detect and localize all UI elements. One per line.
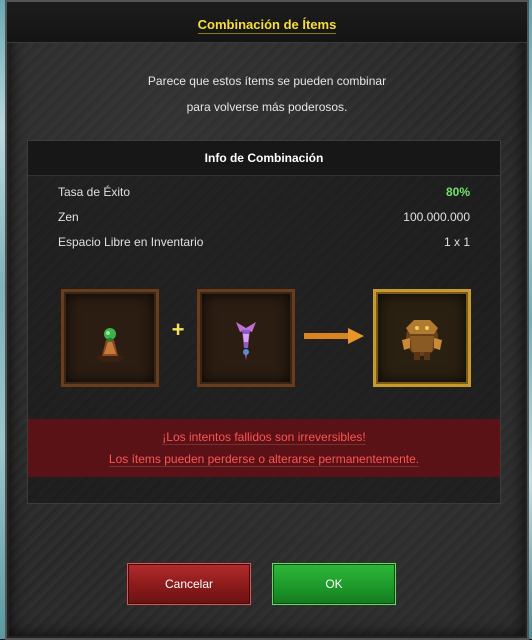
ingredient-slot-1[interactable] [61, 289, 159, 387]
green-figurine-item-icon [96, 328, 124, 362]
combination-info-panel: Info de Combinación Tasa de Éxito 80% Ze… [27, 140, 501, 504]
result-slot[interactable] [373, 289, 471, 387]
success-rate-label: Tasa de Éxito [58, 185, 131, 199]
intro-line-2: para volverse más poderosos. [186, 100, 348, 114]
armored-creature-item-icon [402, 320, 442, 360]
info-panel-header: Info de Combinación [28, 141, 500, 176]
combine-arrow-icon [304, 328, 364, 344]
warning-banner: ¡Los intentos fallidos son irreversibles… [28, 419, 500, 477]
dialog-title-bar: Combinación de Ítems [7, 2, 527, 43]
inventory-space-label: Espacio Libre en Inventario [58, 235, 204, 249]
info-row-zen: Zen 100.000.000 [58, 210, 470, 230]
intro-line-1: Parece que estos ítems se pueden combina… [147, 74, 387, 88]
success-rate-value: 80% [445, 185, 470, 199]
combination-dialog: Combinación de Ítems Parece que estos ít… [5, 0, 529, 640]
info-row-success-rate: Tasa de Éxito 80% [58, 185, 470, 205]
zen-label: Zen [58, 210, 79, 224]
dialog-title: Combinación de Ítems [197, 17, 337, 34]
warning-line-1: ¡Los intentos fallidos son irreversibles… [162, 430, 366, 445]
ingredient-slot-2[interactable] [197, 289, 295, 387]
intro-text: Parece que estos ítems se pueden combina… [7, 68, 527, 120]
cancel-button[interactable]: Cancelar [127, 563, 251, 605]
warning-line-2: Los ítems pueden perderse o alterarse pe… [108, 452, 420, 467]
ok-button[interactable]: OK [272, 563, 396, 605]
info-row-inventory-space: Espacio Libre en Inventario 1 x 1 [58, 235, 470, 255]
purple-wing-item-icon [236, 322, 256, 360]
zen-value: 100.000.000 [403, 210, 470, 224]
plus-symbol: + [171, 317, 185, 342]
inventory-space-value: 1 x 1 [443, 235, 470, 249]
